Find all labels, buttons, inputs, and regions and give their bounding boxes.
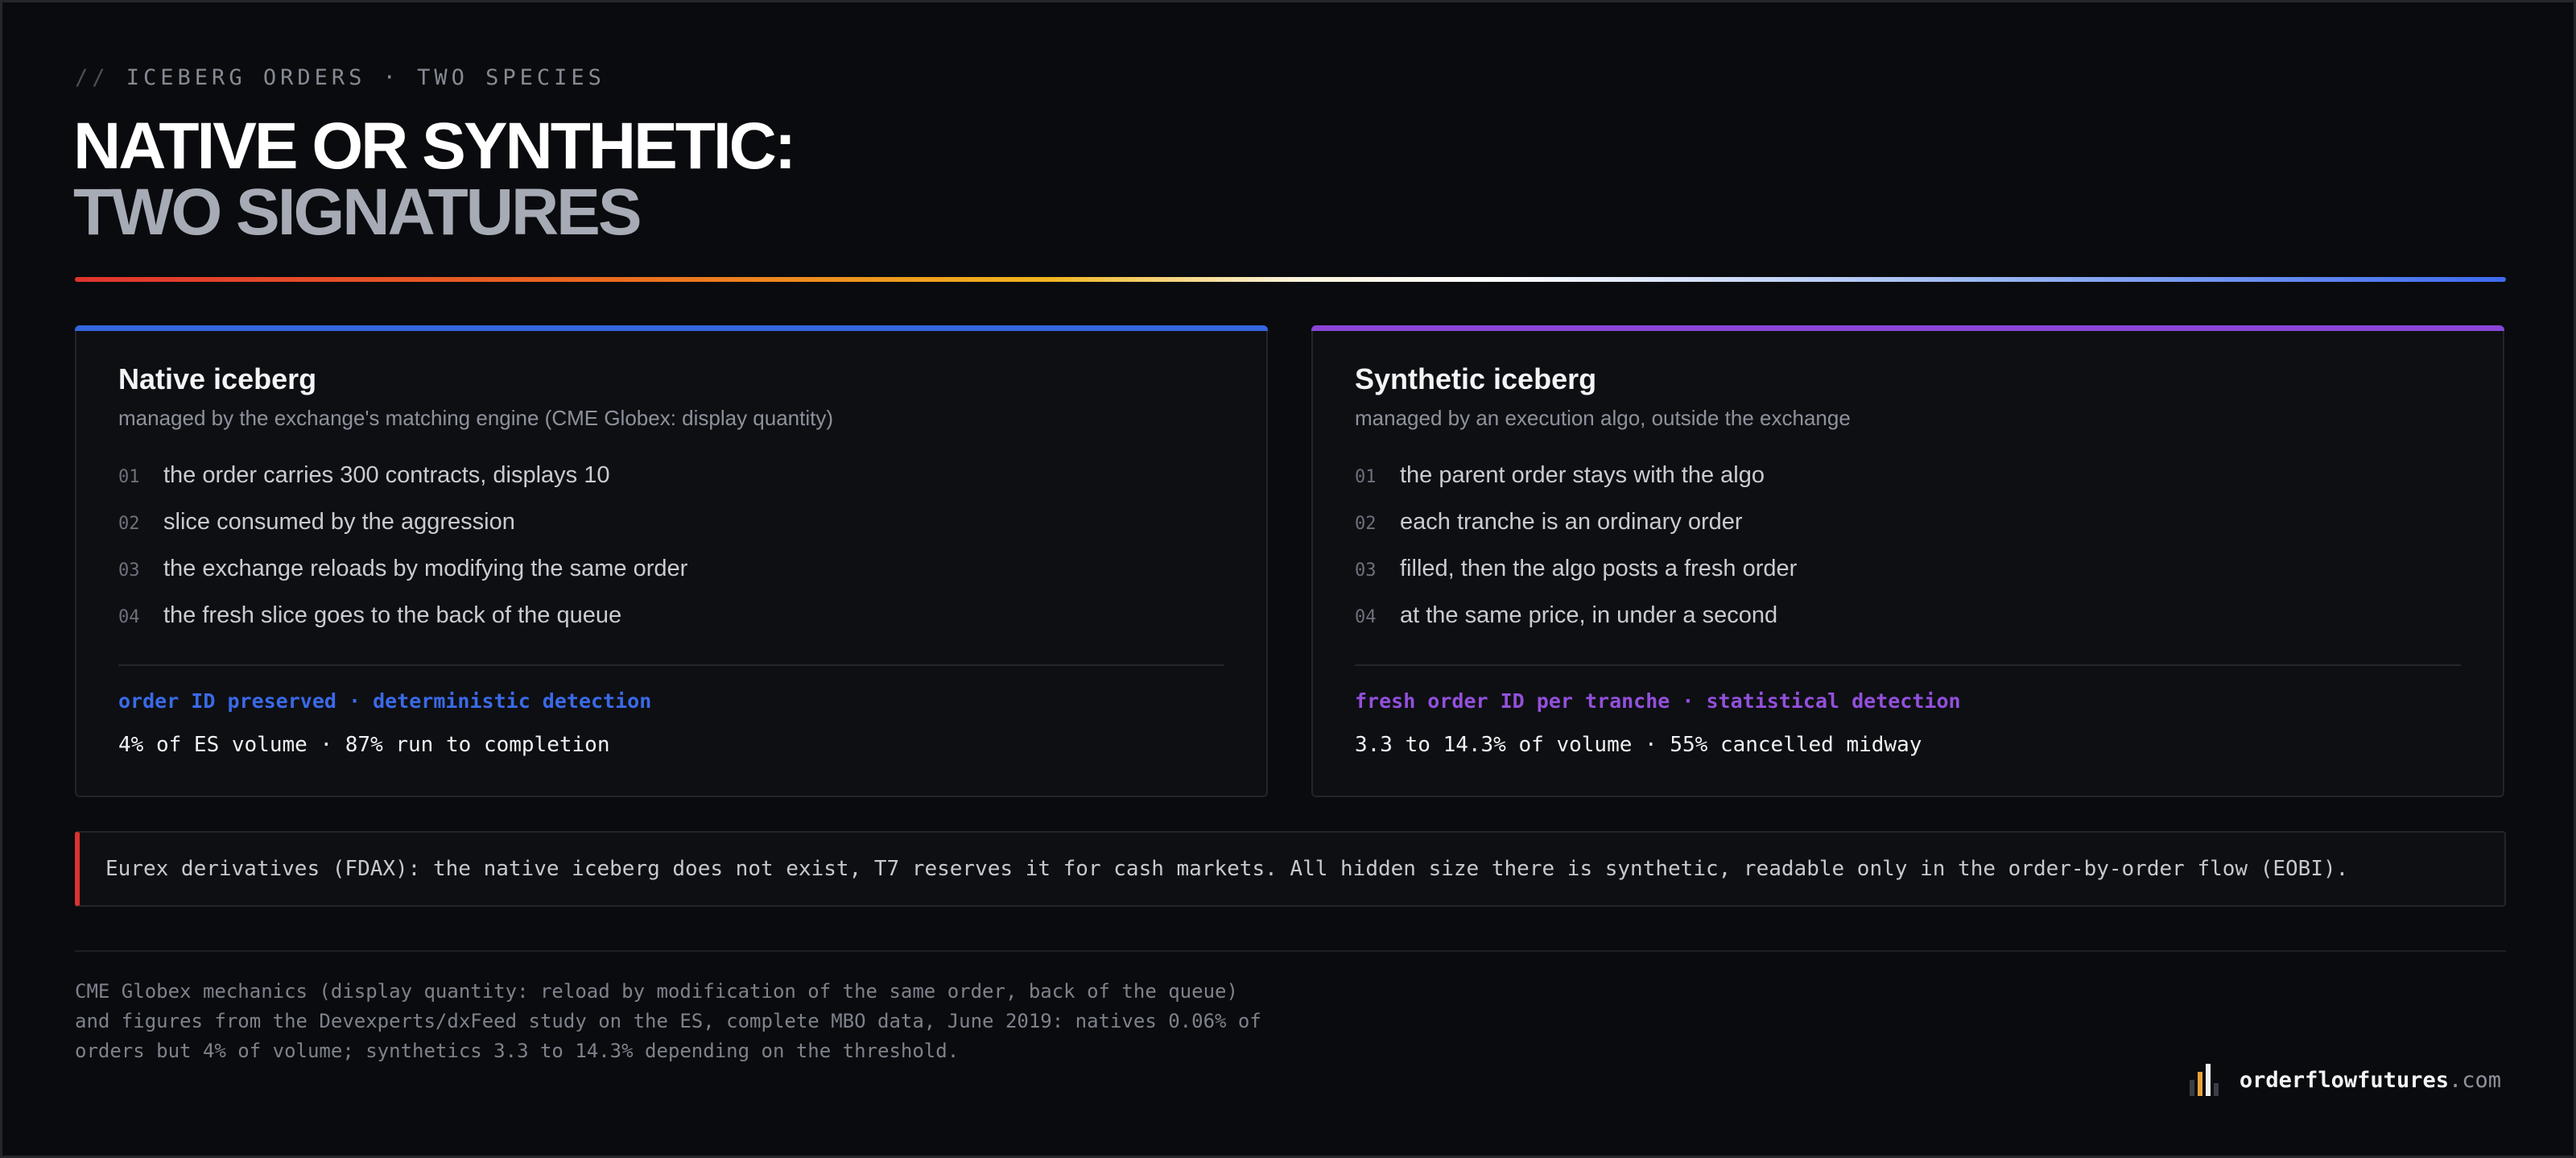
bar-chart-logo-icon [2189, 1064, 2219, 1096]
list-item: 01 the order carries 300 contracts, disp… [118, 462, 687, 509]
step-number: 02 [118, 514, 140, 534]
steps-list: 01 the parent order stays with the algo … [1355, 462, 1797, 649]
list-item: 02 slice consumed by the aggression [118, 509, 687, 556]
title-line-1: NATIVE OR SYNTHETIC: [73, 110, 796, 183]
step-text: filled, then the algo posts a fresh orde… [1400, 556, 1798, 581]
synthetic-iceberg-card: Synthetic iceberg managed by an executio… [1311, 325, 2504, 797]
footer-divider [75, 950, 2506, 952]
step-text: the order carries 300 contracts, display… [163, 462, 610, 488]
card-divider [1355, 664, 2461, 666]
kicker-text: ICEBERG ORDERS · TWO SPECIES [126, 65, 605, 90]
step-number: 02 [1355, 514, 1377, 534]
detection-tag: fresh order ID per tranche · statistical… [1355, 689, 1961, 713]
step-text: the fresh slice goes to the back of the … [163, 602, 622, 628]
list-item: 02 each tranche is an ordinary order [1355, 509, 1797, 556]
step-text: each tranche is an ordinary order [1400, 509, 1743, 535]
step-text: at the same price, in under a second [1400, 602, 1778, 628]
list-item: 03 the exchange reloads by modifying the… [118, 556, 687, 602]
step-number: 03 [118, 560, 140, 581]
kicker-prefix: // [75, 65, 109, 90]
card-accent-bar [1311, 325, 2504, 331]
step-number: 01 [1355, 467, 1377, 487]
list-item: 01 the parent order stays with the algo [1355, 462, 1797, 509]
page-title: NATIVE OR SYNTHETIC: TWO SIGNATURES [73, 110, 796, 249]
list-item: 04 at the same price, in under a second [1355, 602, 1797, 649]
step-number: 04 [118, 607, 140, 627]
slide-frame: // ICEBERG ORDERS · TWO SPECIES NATIVE O… [0, 0, 2576, 1158]
step-text: the exchange reloads by modifying the sa… [163, 556, 688, 581]
volume-stat: 3.3 to 14.3% of volume · 55% cancelled m… [1355, 733, 1922, 757]
list-item: 03 filled, then the algo posts a fresh o… [1355, 556, 1797, 602]
card-subtitle: managed by the exchange's matching engin… [118, 406, 834, 430]
volume-stat: 4% of ES volume · 87% run to completion [118, 733, 610, 757]
step-text: the parent order stays with the algo [1400, 462, 1765, 488]
brand-tld: .com [2448, 1067, 2501, 1093]
steps-list: 01 the order carries 300 contracts, disp… [118, 462, 687, 649]
title-line-2: TWO SIGNATURES [73, 176, 642, 249]
step-text: slice consumed by the aggression [163, 509, 515, 535]
brand-signature[interactable]: orderflowfutures .com [2188, 1062, 2501, 1098]
step-number: 04 [1355, 607, 1377, 627]
card-divider [118, 664, 1224, 666]
card-accent-bar [75, 325, 1268, 331]
callout-text: Eurex derivatives (FDAX): the native ice… [105, 857, 2349, 881]
section-kicker: // ICEBERG ORDERS · TWO SPECIES [75, 65, 605, 90]
brand-name: orderflowfutures [2239, 1067, 2449, 1093]
native-iceberg-card: Native iceberg managed by the exchange's… [75, 325, 1268, 797]
step-number: 01 [118, 467, 140, 487]
card-title: Native iceberg [118, 362, 317, 395]
gradient-divider [75, 277, 2506, 282]
source-footnote: CME Globex mechanics (display quantity: … [75, 980, 1261, 1062]
card-subtitle: managed by an execution algo, outside th… [1355, 406, 1851, 430]
eurex-callout: Eurex derivatives (FDAX): the native ice… [75, 831, 2506, 907]
list-item: 04 the fresh slice goes to the back of t… [118, 602, 687, 649]
card-title: Synthetic iceberg [1355, 362, 1597, 395]
step-number: 03 [1355, 560, 1377, 581]
detection-tag: order ID preserved · deterministic detec… [118, 689, 652, 713]
